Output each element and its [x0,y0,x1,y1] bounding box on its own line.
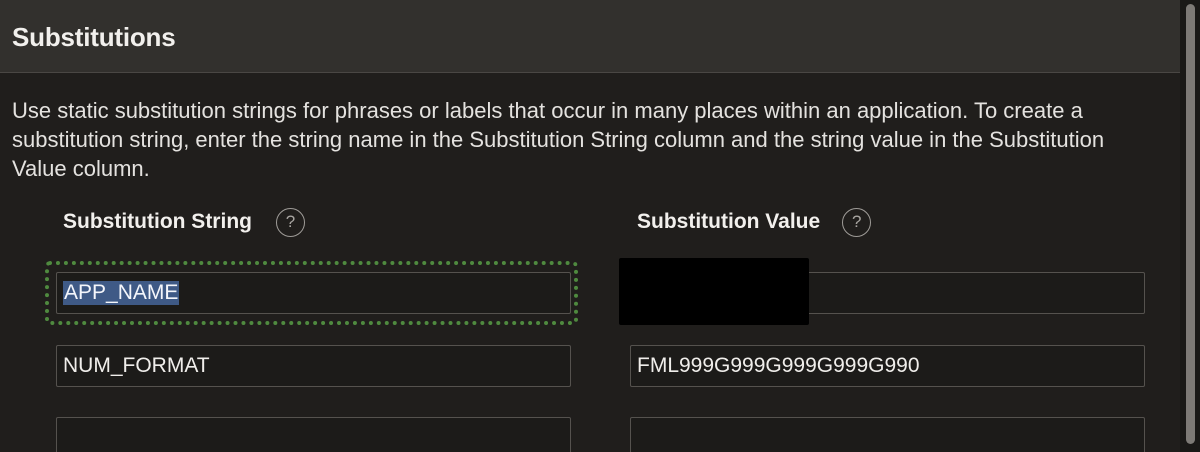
help-icon[interactable]: ? [275,207,305,237]
column-header-substitution-string: Substitution String ? [63,207,305,237]
region-title: Substitutions [12,22,176,52]
help-description: Use static substitution strings for phra… [12,98,1105,181]
substitution-string-input[interactable] [56,417,571,452]
scroll-thumb[interactable] [1186,4,1195,444]
column-header-substitution-value: Substitution Value ? [637,207,872,237]
substitution-value-label: Substitution Value [637,210,821,233]
field-value: NUM_FORMAT [63,354,210,377]
help-icon[interactable]: ? [842,207,872,237]
redaction-block [619,258,809,325]
field-value: FML999G999G999G999G990 [637,354,920,377]
substitution-string-input[interactable]: NUM_FORMAT [56,345,571,387]
selected-text: APP_NAME [63,281,180,305]
vertical-scrollbar[interactable] [1180,0,1200,452]
region-header: Substitutions [0,0,1180,73]
substitutions-panel: Substitutions Use static substitution st… [0,0,1200,452]
substitution-string-label: Substitution String [63,210,252,233]
substitution-value-input[interactable] [630,417,1145,452]
substitution-string-input[interactable]: APP_NAME [56,272,571,314]
substitution-value-input[interactable]: FML999G999G999G999G990 [630,345,1145,387]
